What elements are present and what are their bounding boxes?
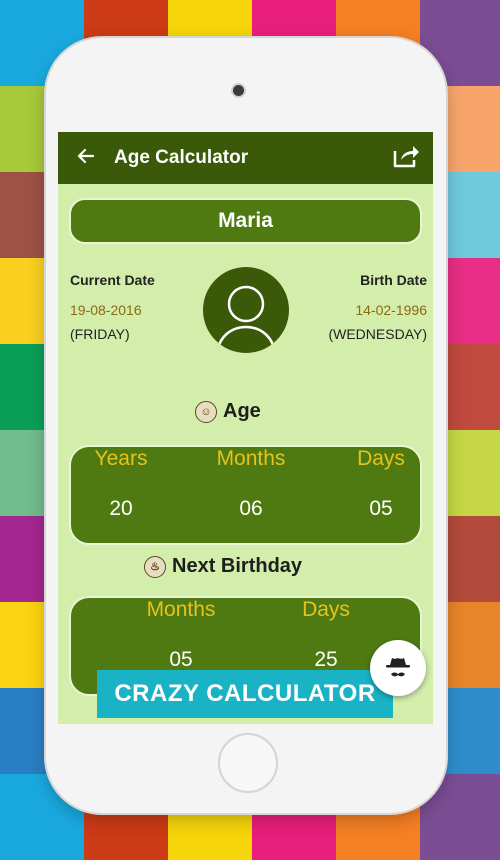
next-birthday-title: Next Birthday — [172, 555, 303, 577]
age-months-value: 06 — [239, 497, 263, 520]
next-birthday-months-column: Months 05 — [131, 598, 231, 672]
birth-date-label: Birth Date — [360, 272, 427, 288]
birth-date-value[interactable]: 14-02-1996 — [328, 302, 427, 318]
age-days-column: Days 05 — [351, 447, 411, 521]
birthday-cake-icon: ♨ — [144, 555, 166, 578]
avatar[interactable] — [203, 267, 289, 353]
age-panel: Years 20 Months 06 Days 05 — [69, 445, 422, 545]
next-birthday-months-value: 05 — [169, 648, 193, 671]
birth-date-block: Birth Date 14-02-1996 (WEDNESDAY) — [328, 272, 427, 342]
arrow-left-icon — [76, 146, 96, 171]
current-date-value[interactable]: 19-08-2016 — [70, 302, 155, 318]
crazy-calculator-banner[interactable]: CRAZY CALCULATOR — [97, 670, 393, 718]
current-date-weekday: (FRIDAY) — [70, 326, 130, 342]
next-birthday-heading: ♨ Next Birthday — [144, 555, 302, 578]
person-silhouette-icon — [215, 285, 277, 353]
age-title: Age — [223, 400, 261, 422]
camera-icon — [233, 85, 244, 96]
next-birthday-months-header: Months — [146, 598, 216, 621]
current-date-label: Current Date — [70, 272, 155, 288]
baby-icon: ☺ — [195, 400, 217, 423]
age-years-column: Years 20 — [91, 447, 151, 521]
back-button[interactable] — [58, 146, 114, 171]
age-days-header: Days — [357, 447, 405, 470]
page-title: Age Calculator — [114, 147, 249, 168]
share-button[interactable] — [379, 143, 433, 174]
share-icon — [392, 143, 420, 174]
age-years-header: Years — [94, 447, 148, 470]
spy-incognito-icon — [386, 658, 410, 677]
next-birthday-days-header: Days — [302, 598, 350, 621]
name-display[interactable]: Maria — [69, 198, 422, 244]
current-date-block: Current Date 19-08-2016 (FRIDAY) — [70, 272, 155, 342]
next-birthday-days-value: 25 — [314, 648, 338, 671]
age-years-value: 20 — [109, 497, 133, 520]
home-button[interactable] — [218, 733, 278, 793]
age-months-column: Months 06 — [211, 447, 291, 521]
age-months-header: Months — [216, 447, 286, 470]
app-screen: Age Calculator Maria Current Date 19-08-… — [58, 132, 433, 724]
age-days-value: 05 — [369, 497, 393, 520]
age-heading: ☺ Age — [195, 400, 261, 423]
phone-frame: Age Calculator Maria Current Date 19-08-… — [46, 38, 446, 813]
incognito-fab-button[interactable] — [370, 640, 426, 696]
next-birthday-days-column: Days 25 — [276, 598, 376, 672]
birth-date-weekday: (WEDNESDAY) — [328, 326, 427, 342]
app-bar: Age Calculator — [58, 132, 433, 184]
